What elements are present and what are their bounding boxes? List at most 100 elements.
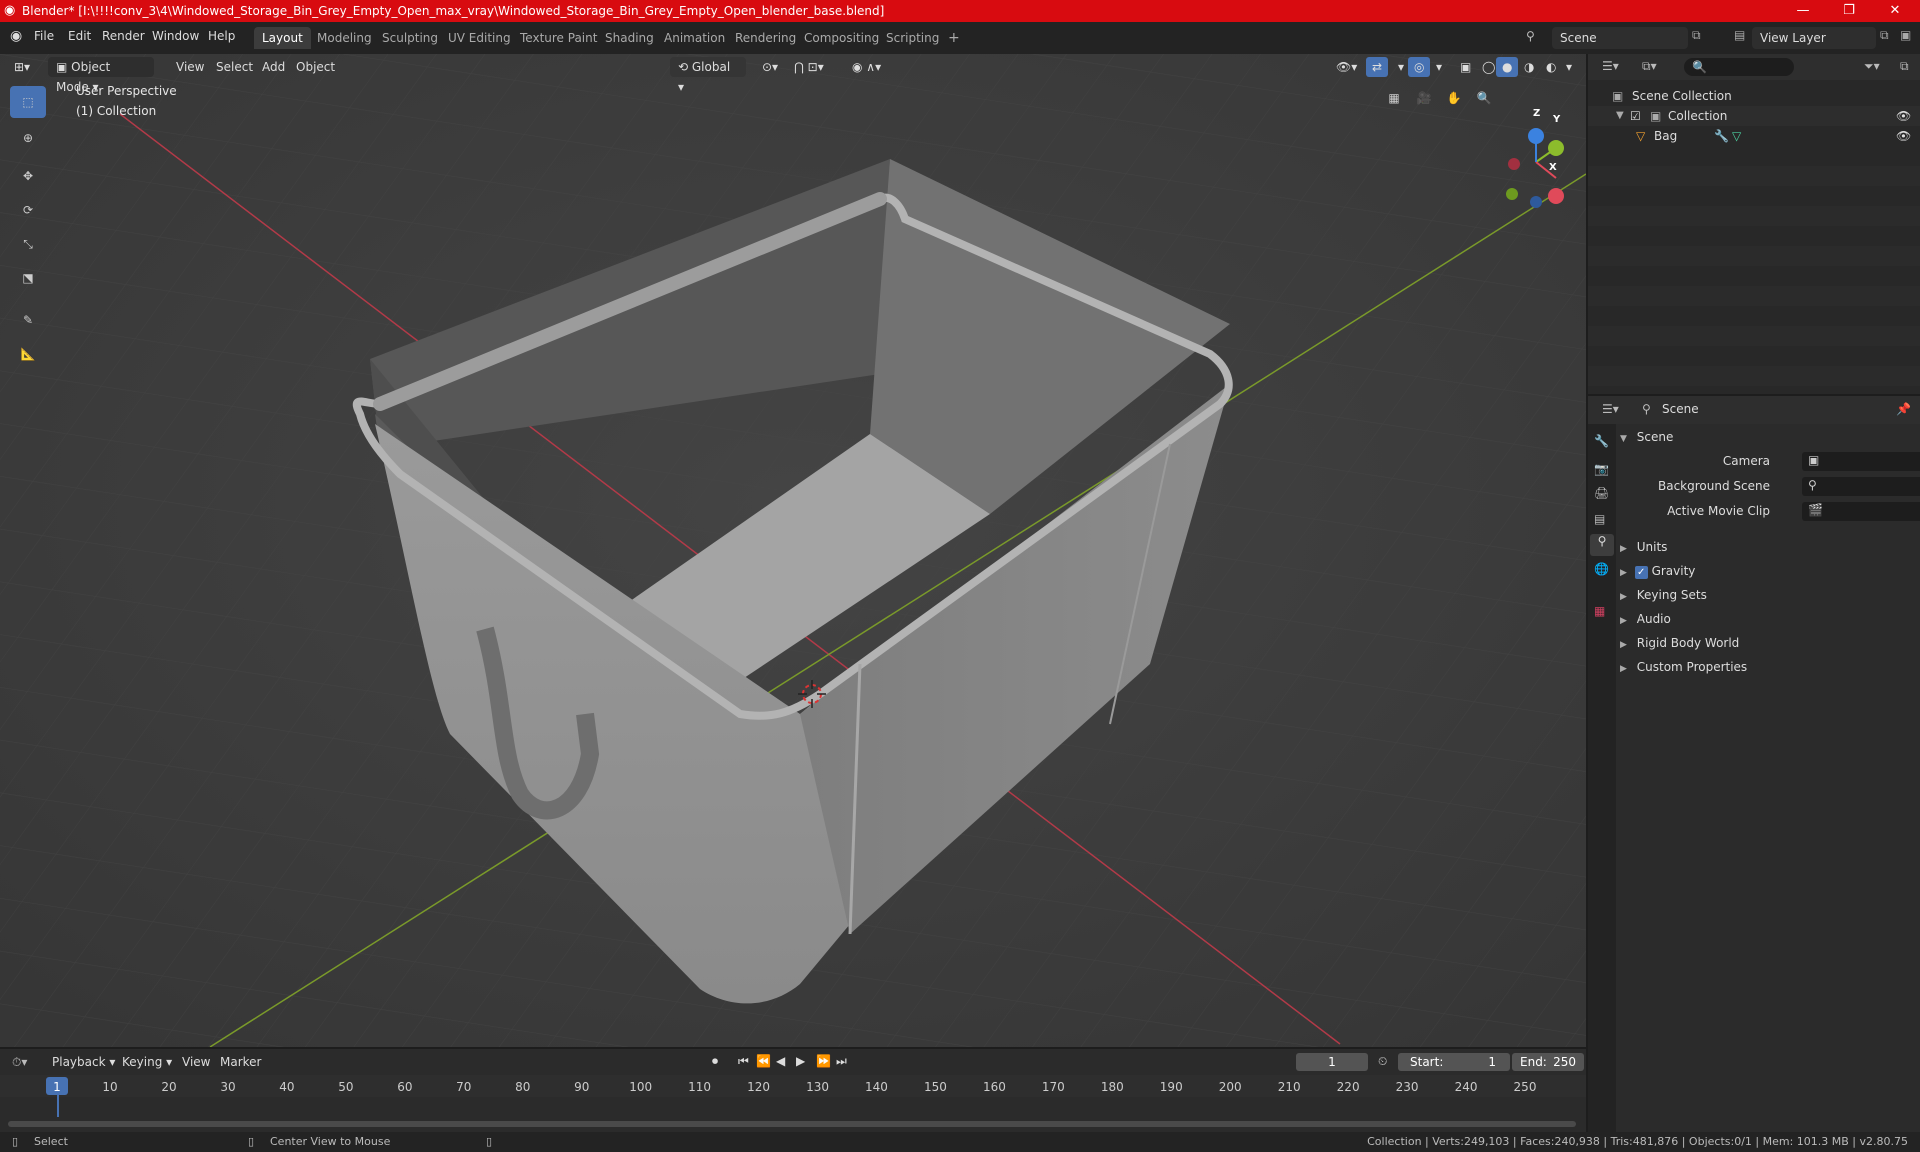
- texture-tab-icon[interactable]: ▦: [1594, 604, 1605, 618]
- tool-tab-icon[interactable]: 🔧: [1594, 434, 1609, 448]
- new-collection-icon[interactable]: ⧉: [1900, 59, 1909, 74]
- modifier-icon[interactable]: 🔧: [1714, 126, 1729, 146]
- view-layer-selector[interactable]: View Layer: [1752, 27, 1876, 49]
- close-button[interactable]: ✕: [1872, 0, 1918, 22]
- tab-texture-paint[interactable]: Texture Paint: [512, 27, 605, 49]
- outliner-search-input[interactable]: 🔍: [1684, 58, 1794, 76]
- rigid-body-world-panel[interactable]: ▶ Rigid Body World: [1620, 632, 1916, 654]
- snap-icon[interactable]: ⋂ ⊡▾: [788, 57, 830, 77]
- menu-edit[interactable]: Edit: [68, 29, 91, 43]
- annotate-tool-icon[interactable]: ✎: [10, 304, 46, 336]
- collection-visibility-icon[interactable]: 👁: [1896, 106, 1911, 126]
- gizmo-z-label[interactable]: Z: [1533, 108, 1540, 119]
- tab-animation[interactable]: Animation: [656, 27, 733, 49]
- minimize-button[interactable]: —: [1780, 0, 1826, 22]
- timeline-scrollbar[interactable]: [8, 1121, 1576, 1127]
- view-layer-tab-icon[interactable]: ▤: [1594, 512, 1605, 526]
- units-panel[interactable]: ▶ Units: [1620, 536, 1916, 558]
- overlays-toggle-icon[interactable]: ◎: [1408, 57, 1431, 77]
- audio-panel[interactable]: ▶ Audio: [1620, 608, 1916, 630]
- timeline-menu-marker[interactable]: Marker: [220, 1055, 261, 1069]
- menu-render[interactable]: Render: [102, 29, 145, 43]
- jump-keyframe-forward-icon[interactable]: ⏩: [816, 1054, 831, 1068]
- tab-compositing[interactable]: Compositing: [796, 27, 887, 49]
- world-tab-icon[interactable]: 🌐: [1594, 562, 1609, 576]
- pivot-icon[interactable]: ⊙▾: [756, 57, 784, 77]
- custom-properties-panel[interactable]: ▶ Custom Properties: [1620, 656, 1916, 678]
- camera-view-icon[interactable]: 🎥: [1410, 84, 1438, 112]
- toggle-grid-view-icon[interactable]: ▦: [1380, 84, 1408, 112]
- record-button-icon[interactable]: ⏺: [712, 1054, 718, 1069]
- tab-shading[interactable]: Shading: [597, 27, 662, 49]
- shading-material-icon[interactable]: ◑: [1518, 57, 1540, 77]
- pin-icon[interactable]: 📌: [1896, 402, 1911, 416]
- editor-type-icon[interactable]: ⊞▾: [8, 57, 36, 77]
- jump-start-icon[interactable]: ⏮: [738, 1054, 749, 1069]
- viewport-menu-add[interactable]: Add: [256, 57, 291, 77]
- new-view-layer-icon[interactable]: ⧉: [1880, 28, 1889, 43]
- select-box-tool-icon[interactable]: ⬚: [10, 86, 46, 118]
- shading-solid-icon[interactable]: ●: [1496, 57, 1519, 77]
- gravity-panel[interactable]: ▶ ✓ Gravity: [1620, 560, 1916, 582]
- gizmo-toggle-icon[interactable]: ⇄: [1366, 57, 1389, 77]
- viewport-menu-view[interactable]: View: [170, 57, 210, 77]
- tab-layout[interactable]: Layout: [254, 27, 311, 49]
- object-visibility-icon[interactable]: 👁▾: [1330, 57, 1363, 77]
- gizmo-y-label[interactable]: Y: [1553, 114, 1560, 125]
- tab-sculpting[interactable]: Sculpting: [374, 27, 446, 49]
- new-scene-icon[interactable]: ⧉: [1692, 28, 1701, 43]
- keying-sets-panel[interactable]: ▶ Keying Sets: [1620, 584, 1916, 606]
- jump-keyframe-back-icon[interactable]: ⏪: [756, 1054, 771, 1068]
- scene-selector[interactable]: Scene: [1552, 27, 1688, 49]
- active-movie-clip-field[interactable]: 🎬: [1802, 502, 1920, 521]
- timeline-menu-view[interactable]: View: [182, 1055, 210, 1069]
- tab-scripting[interactable]: Scripting: [878, 27, 947, 49]
- display-mode-icon[interactable]: ⧉▾: [1642, 59, 1657, 74]
- tab-uv-editing[interactable]: UV Editing: [440, 27, 519, 49]
- start-frame-field[interactable]: Start: 1: [1398, 1053, 1510, 1071]
- viewport-menu-object[interactable]: Object: [290, 57, 341, 77]
- stopwatch-icon[interactable]: ⏲: [1378, 1054, 1387, 1069]
- current-frame-field[interactable]: 1: [1296, 1053, 1368, 1071]
- play-icon[interactable]: ▶: [796, 1054, 805, 1068]
- shading-dropdown-icon[interactable]: ▾: [1560, 57, 1578, 77]
- menu-window[interactable]: Window: [152, 29, 199, 43]
- cursor-tool-icon[interactable]: ⊕: [10, 122, 46, 154]
- remove-view-layer-icon[interactable]: ▣: [1900, 28, 1911, 42]
- pan-view-icon[interactable]: ✋: [1440, 84, 1468, 112]
- outliner-object-row[interactable]: ▽ Bag 🔧 ▽ 👁: [1588, 126, 1920, 146]
- maximize-button[interactable]: ❐: [1826, 0, 1872, 22]
- camera-field[interactable]: ▣✎: [1802, 452, 1920, 471]
- background-scene-field[interactable]: ⚲: [1802, 477, 1920, 496]
- end-frame-field[interactable]: End: 250: [1512, 1053, 1584, 1071]
- scale-tool-icon[interactable]: ⤡: [10, 228, 46, 260]
- collection-expand-icon[interactable]: ▼: [1616, 106, 1624, 126]
- xray-toggle-icon[interactable]: ▣: [1454, 57, 1477, 77]
- mesh-data-icon[interactable]: ▽: [1732, 126, 1741, 146]
- gizmo-x-label[interactable]: X: [1549, 162, 1557, 173]
- play-reverse-icon[interactable]: ◀: [776, 1054, 785, 1068]
- measure-tool-icon[interactable]: 📐: [10, 338, 46, 370]
- render-tab-icon[interactable]: 📷: [1594, 462, 1609, 476]
- tab-rendering[interactable]: Rendering: [727, 27, 804, 49]
- filter-icon[interactable]: ⏷▾: [1864, 59, 1880, 74]
- object-visibility-toggle-icon[interactable]: 👁: [1896, 126, 1911, 146]
- transform-tool-icon[interactable]: ⬔: [10, 262, 46, 294]
- jump-end-icon[interactable]: ⏭: [836, 1054, 847, 1069]
- viewport-menu-select[interactable]: Select: [210, 57, 259, 77]
- timeline-menu-playback[interactable]: Playback ▾: [52, 1055, 115, 1069]
- output-tab-icon[interactable]: 🖨: [1594, 486, 1609, 500]
- properties-editor-type-icon[interactable]: ☰▾: [1602, 402, 1619, 416]
- 3d-viewport[interactable]: X Y Z ⊞▾ ▣ Object Mode ▾ View Select Add…: [0, 54, 1586, 1047]
- tab-modeling[interactable]: Modeling: [309, 27, 380, 49]
- zoom-view-icon[interactable]: 🔍: [1470, 84, 1498, 112]
- timeline-menu-keying[interactable]: Keying ▾: [122, 1055, 172, 1069]
- scene-tab-icon[interactable]: ⚲: [1590, 534, 1614, 556]
- outliner-collection-row[interactable]: ▼ ☑ ▣ Collection 👁: [1588, 106, 1920, 126]
- gravity-checkbox[interactable]: ✓: [1634, 566, 1648, 579]
- transform-orientation-selector[interactable]: ⟲ Global ▾: [670, 57, 746, 94]
- move-tool-icon[interactable]: ✥: [10, 160, 46, 192]
- collection-checkbox-icon[interactable]: ☑: [1630, 106, 1641, 126]
- timeline-editor-type-icon[interactable]: ⏱▾: [12, 1055, 27, 1070]
- menu-help[interactable]: Help: [208, 29, 235, 43]
